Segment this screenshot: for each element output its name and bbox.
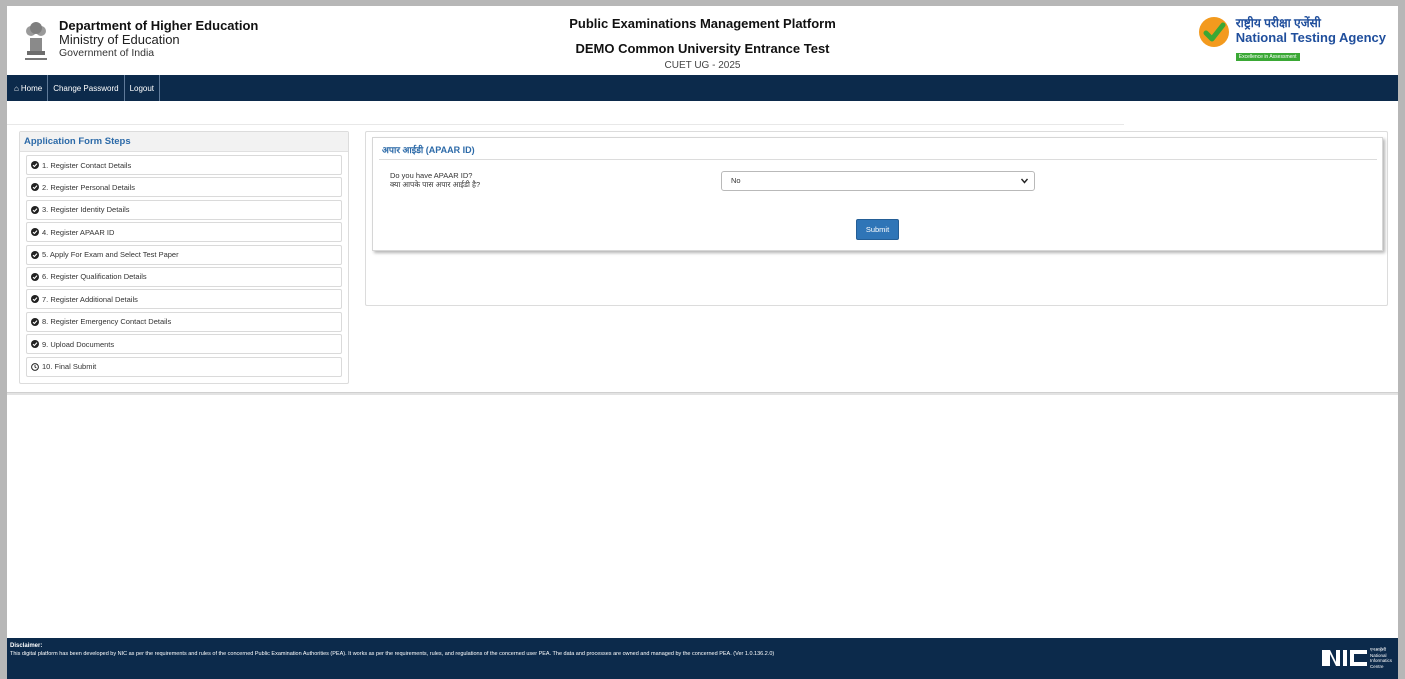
page-footer: Disclaimer: This digital platform has be… bbox=[7, 638, 1398, 679]
top-navbar: ⌂ Home Change Password Logout bbox=[7, 75, 1398, 101]
nta-logo: राष्ट्रीय परीक्षा एजेंसी National Testin… bbox=[1198, 16, 1386, 63]
step-label: 3. Register Identity Details bbox=[42, 205, 130, 215]
step-label: 7. Register Additional Details bbox=[42, 294, 138, 304]
step-item[interactable]: 6. Register Qualification Details bbox=[26, 266, 342, 287]
divider bbox=[7, 392, 1398, 395]
question-label-en: Do you have APAAR ID? bbox=[390, 171, 473, 180]
check-circle-icon bbox=[31, 317, 39, 326]
question-label-hi: क्या आपके पास अपार आईडी है? bbox=[390, 180, 481, 189]
platform-title-block: Public Examinations Management Platform … bbox=[7, 16, 1398, 73]
clock-icon bbox=[31, 362, 39, 371]
exam-code: CUET UG - 2025 bbox=[664, 60, 741, 71]
check-circle-icon bbox=[31, 340, 39, 349]
step-item[interactable]: 4. Register APAAR ID bbox=[26, 222, 342, 243]
step-label: 5. Apply For Exam and Select Test Paper bbox=[42, 250, 179, 260]
nic-logo-icon bbox=[1321, 650, 1367, 666]
platform-title: Public Examinations Management Platform bbox=[569, 16, 836, 31]
check-circle-icon bbox=[31, 272, 39, 281]
chevron-down-icon bbox=[1021, 178, 1028, 184]
apaar-card: अपार आईडी (APAAR ID) Do you have APAAR I… bbox=[372, 137, 1383, 251]
submit-button[interactable]: Submit bbox=[856, 219, 899, 240]
apaar-select-value: No bbox=[731, 176, 741, 185]
check-circle-icon bbox=[31, 228, 39, 237]
nic-name-line: Centre bbox=[1369, 663, 1384, 669]
step-item[interactable]: 2. Register Personal Details bbox=[26, 177, 342, 198]
nav-change-password[interactable]: Change Password bbox=[48, 75, 125, 101]
main-panel: अपार आईडी (APAAR ID) Do you have APAAR I… bbox=[365, 131, 1388, 306]
step-item[interactable]: 7. Register Additional Details bbox=[26, 289, 342, 310]
divider bbox=[7, 124, 1124, 125]
step-label: 8. Register Emergency Contact Details bbox=[42, 317, 172, 327]
nta-tagline: Excellence in Assessment bbox=[1235, 53, 1300, 61]
check-circle-icon bbox=[31, 183, 39, 192]
step-item[interactable]: 10. Final Submit bbox=[26, 356, 342, 377]
nic-name-line: Informatics bbox=[1369, 658, 1392, 663]
check-circle-icon bbox=[31, 250, 39, 259]
step-label: 4. Register APAAR ID bbox=[42, 227, 115, 237]
nav-home[interactable]: ⌂ Home bbox=[7, 75, 49, 101]
divider bbox=[379, 159, 1377, 160]
steps-list: 1. Register Contact Details 2. Register P… bbox=[20, 152, 348, 377]
step-item[interactable]: 1. Register Contact Details bbox=[26, 155, 342, 175]
steps-panel-title: Application Form Steps bbox=[20, 132, 348, 152]
step-item[interactable]: 9. Upload Documents bbox=[26, 334, 342, 355]
step-label: 10. Final Submit bbox=[42, 362, 97, 372]
nta-check-icon bbox=[1198, 17, 1229, 47]
step-label: 2. Register Personal Details bbox=[42, 182, 135, 192]
nta-hindi-name: राष्ट्रीय परीक्षा एजेंसी bbox=[1235, 16, 1321, 30]
nav-home-label: Home bbox=[20, 83, 43, 93]
page-header: Department of Higher Education Ministry … bbox=[7, 6, 1398, 75]
step-label: 9. Upload Documents bbox=[42, 339, 115, 349]
step-label: 6. Register Qualification Details bbox=[42, 272, 147, 282]
app-window: Department of Higher Education Ministry … bbox=[7, 6, 1398, 679]
card-title: अपार आईडी (APAAR ID) bbox=[382, 145, 475, 155]
disclaimer-text: This digital platform has been developed… bbox=[10, 651, 775, 657]
check-circle-icon bbox=[31, 295, 39, 304]
nta-name: National Testing Agency bbox=[1235, 30, 1386, 45]
apaar-select[interactable]: No bbox=[721, 171, 1035, 191]
check-circle-icon bbox=[31, 161, 39, 169]
check-circle-icon bbox=[31, 205, 39, 214]
exam-title: DEMO Common University Entrance Test bbox=[575, 41, 830, 56]
nic-logo: एनआईसी National Informatics Centre bbox=[1321, 647, 1392, 669]
disclaimer-title: Disclaimer: bbox=[10, 643, 43, 649]
step-item[interactable]: 3. Register Identity Details bbox=[26, 199, 342, 220]
home-icon: ⌂ bbox=[14, 83, 19, 93]
step-item[interactable]: 5. Apply For Exam and Select Test Paper bbox=[26, 244, 342, 265]
application-steps-panel: Application Form Steps 1. Register Conta… bbox=[19, 131, 349, 384]
step-label: 1. Register Contact Details bbox=[42, 160, 132, 170]
nav-logout[interactable]: Logout bbox=[125, 75, 161, 101]
step-item[interactable]: 8. Register Emergency Contact Details bbox=[26, 311, 342, 332]
